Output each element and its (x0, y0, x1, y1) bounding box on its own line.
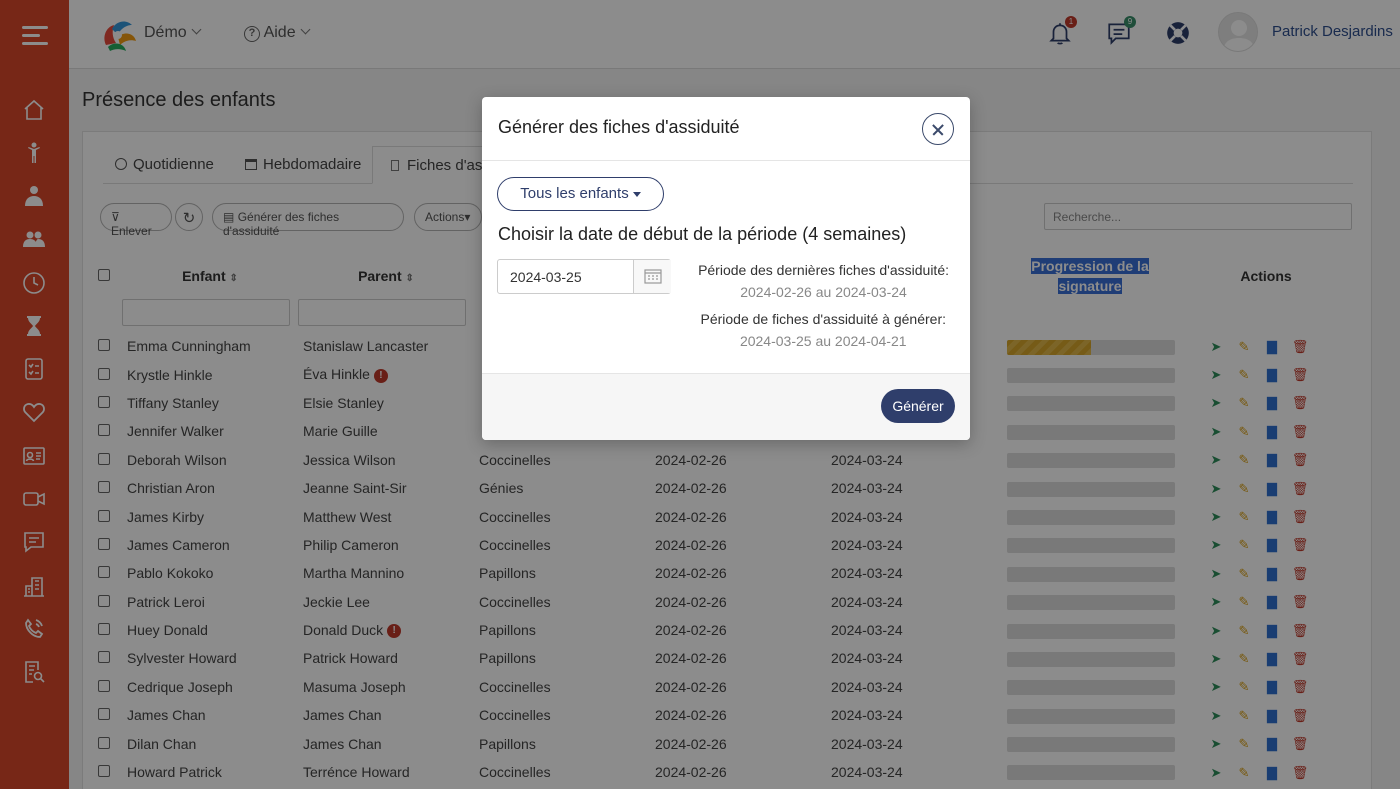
last-period-info: Période des dernières fiches d'assiduité… (698, 262, 949, 300)
calendar-button[interactable] (633, 260, 671, 293)
next-period-info: Période de fiches d'assiduité à générer:… (701, 311, 947, 349)
next-period-value: 2024-03-25 au 2024-04-21 (739, 333, 907, 349)
children-filter-label: Tous les enfants (520, 185, 629, 202)
generate-sheets-modal: Générer des fiches d'assiduité Tous les … (482, 97, 970, 440)
caret-down-icon (632, 191, 641, 197)
start-date-field: 2024-03-25 (497, 259, 671, 294)
last-period-label: Période des dernières fiches d'assiduité… (698, 262, 949, 278)
close-icon[interactable] (922, 113, 954, 145)
calendar-icon (644, 269, 662, 284)
generate-button[interactable]: Générer (881, 389, 955, 423)
period-heading: Choisir la date de début de la période (… (498, 224, 907, 244)
children-filter-dropdown[interactable]: Tous les enfants (497, 177, 664, 211)
last-period-value: 2024-02-26 au 2024-03-24 (740, 284, 907, 300)
modal-header: Générer des fiches d'assiduité (482, 97, 970, 161)
modal-title: Générer des fiches d'assiduité (498, 117, 740, 137)
start-date-input[interactable]: 2024-03-25 (498, 260, 633, 293)
next-period-label: Période de fiches d'assiduité à générer: (700, 311, 947, 327)
modal-footer: Générer (482, 373, 970, 440)
